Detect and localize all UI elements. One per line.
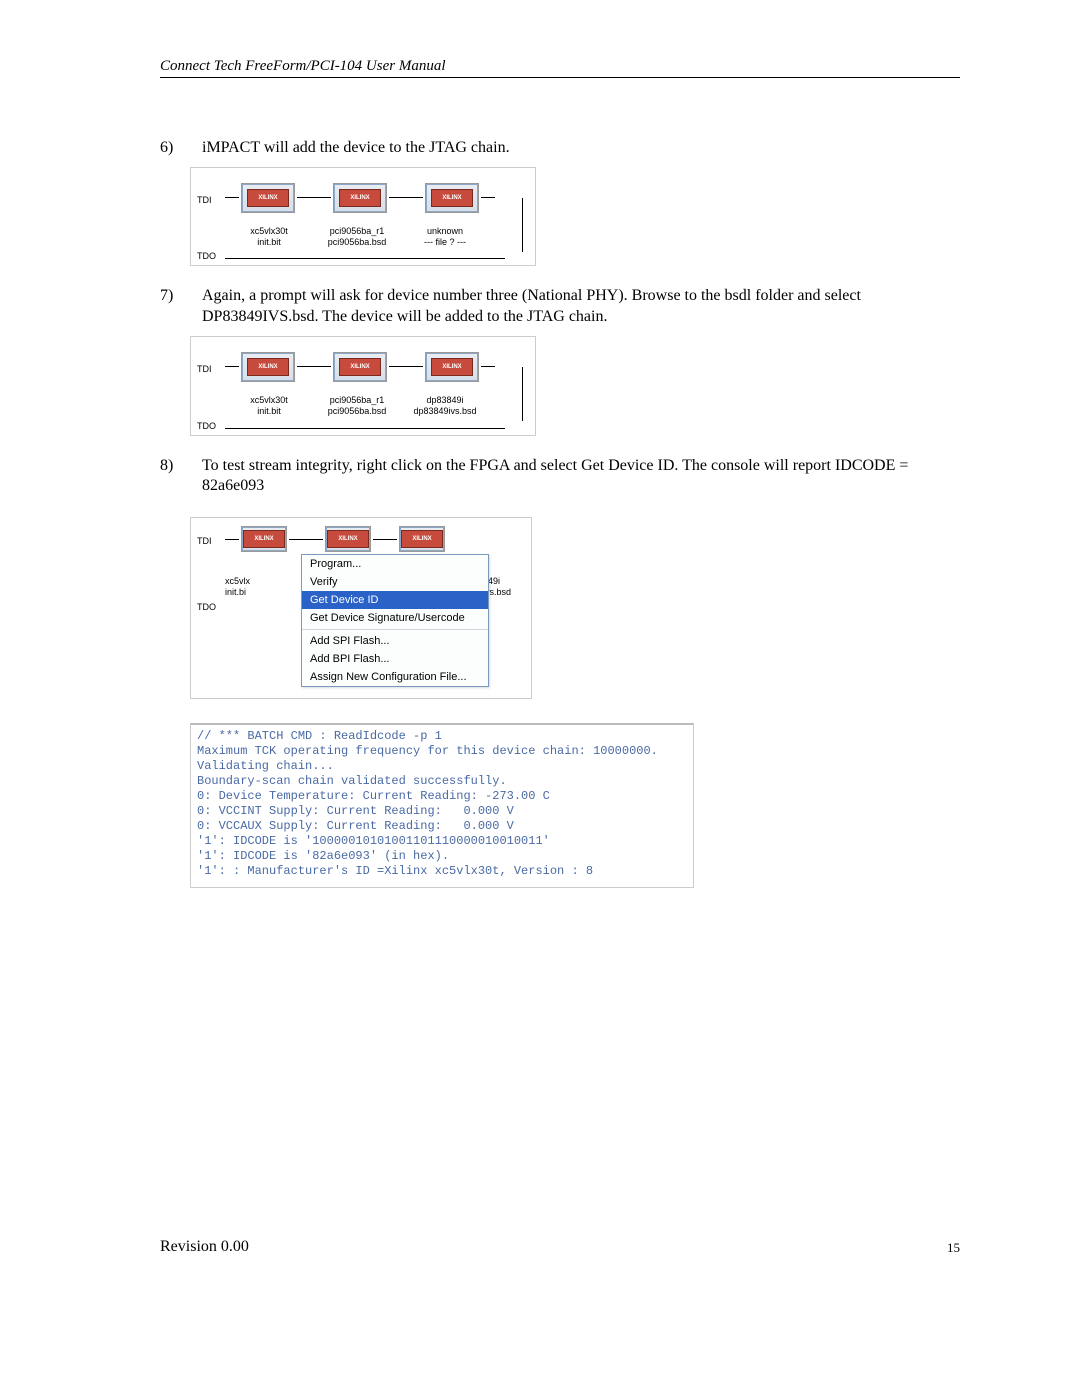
menu-item-get-device-id[interactable]: Get Device ID [302,591,488,609]
tdi-label: TDI [197,532,225,546]
menu-item-assign-config-file[interactable]: Assign New Configuration File... [302,668,488,686]
step-number: 7) [160,286,202,328]
jtag-figure-context-menu: TDI XILINX XILINX XILINX xc5vlxinit.bi T… [190,517,532,699]
device-label: dp83849idp83849ivs.bsd [401,395,489,417]
tdi-label: TDI [197,360,225,374]
chip-icon: XILINX [399,526,445,552]
menu-item-get-signature[interactable]: Get Device Signature/Usercode [302,609,488,627]
step-number: 8) [160,456,202,498]
console-line: '1': IDCODE is '100000101010011011100000… [197,834,687,849]
console-line: 0: VCCAUX Supply: Current Reading: 0.000… [197,819,687,834]
menu-item-verify[interactable]: Verify [302,573,488,591]
step-6: 6) iMPACT will add the device to the JTA… [160,138,960,159]
chip-icon: XILINX [333,183,387,213]
page: Connect Tech FreeForm/PCI-104 User Manua… [0,0,1080,1300]
chip-icon: XILINX [241,352,295,382]
chip-icon: XILINX [241,183,295,213]
step-text: iMPACT will add the device to the JTAG c… [202,138,960,159]
console-line: // *** BATCH CMD : ReadIdcode -p 1 [197,729,687,744]
device-label: xc5vlxinit.bi [225,576,250,598]
device-label: xc5vlx30tinit.bit [225,226,313,248]
device-label: xc5vlx30tinit.bit [225,395,313,417]
console-line: 0: VCCINT Supply: Current Reading: 0.000… [197,804,687,819]
console-output: // *** BATCH CMD : ReadIdcode -p 1 Maxim… [190,723,694,888]
chip-icon: XILINX [325,526,371,552]
tdi-label: TDI [197,191,225,205]
console-line: Boundary-scan chain validated successful… [197,774,687,789]
console-line: '1': IDCODE is '82a6e093' (in hex). [197,849,687,864]
menu-item-add-spi-flash[interactable]: Add SPI Flash... [302,632,488,650]
tdo-label: TDO [197,421,523,431]
page-header: Connect Tech FreeForm/PCI-104 User Manua… [160,58,960,78]
device-label: pci9056ba_r1pci9056ba.bsd [313,395,401,417]
footer-revision: Revision 0.00 [160,1238,249,1256]
menu-item-add-bpi-flash[interactable]: Add BPI Flash... [302,650,488,668]
step-text: Again, a prompt will ask for device numb… [202,286,960,328]
tdo-label: TDO [197,602,216,612]
step-8: 8) To test stream integrity, right click… [160,456,960,498]
device-label: unknown--- file ? --- [401,226,489,248]
chip-icon[interactable]: XILINX [241,526,287,552]
context-menu: Program... Verify Get Device ID Get Devi… [301,554,489,687]
device-label: pci9056ba_r1pci9056ba.bsd [313,226,401,248]
jtag-figure-2: TDI XILINX XILINX XILINX xc5vlx30tinit.b… [190,336,536,436]
chip-icon: XILINX [333,352,387,382]
jtag-figure-1: TDI XILINX XILINX XILINX xc5vlx30tinit.b… [190,167,536,267]
chip-icon: XILINX [425,352,479,382]
step-number: 6) [160,138,202,159]
menu-item-program[interactable]: Program... [302,555,488,573]
tdo-label: TDO [197,251,523,261]
step-text: To test stream integrity, right click on… [202,456,960,498]
console-line: '1': : Manufacturer's ID =Xilinx xc5vlx3… [197,864,687,879]
chip-icon: XILINX [425,183,479,213]
console-line: 0: Device Temperature: Current Reading: … [197,789,687,804]
console-line: Validating chain... [197,759,687,774]
step-7: 7) Again, a prompt will ask for device n… [160,286,960,328]
page-number: 15 [947,1240,960,1256]
console-line: Maximum TCK operating frequency for this… [197,744,687,759]
